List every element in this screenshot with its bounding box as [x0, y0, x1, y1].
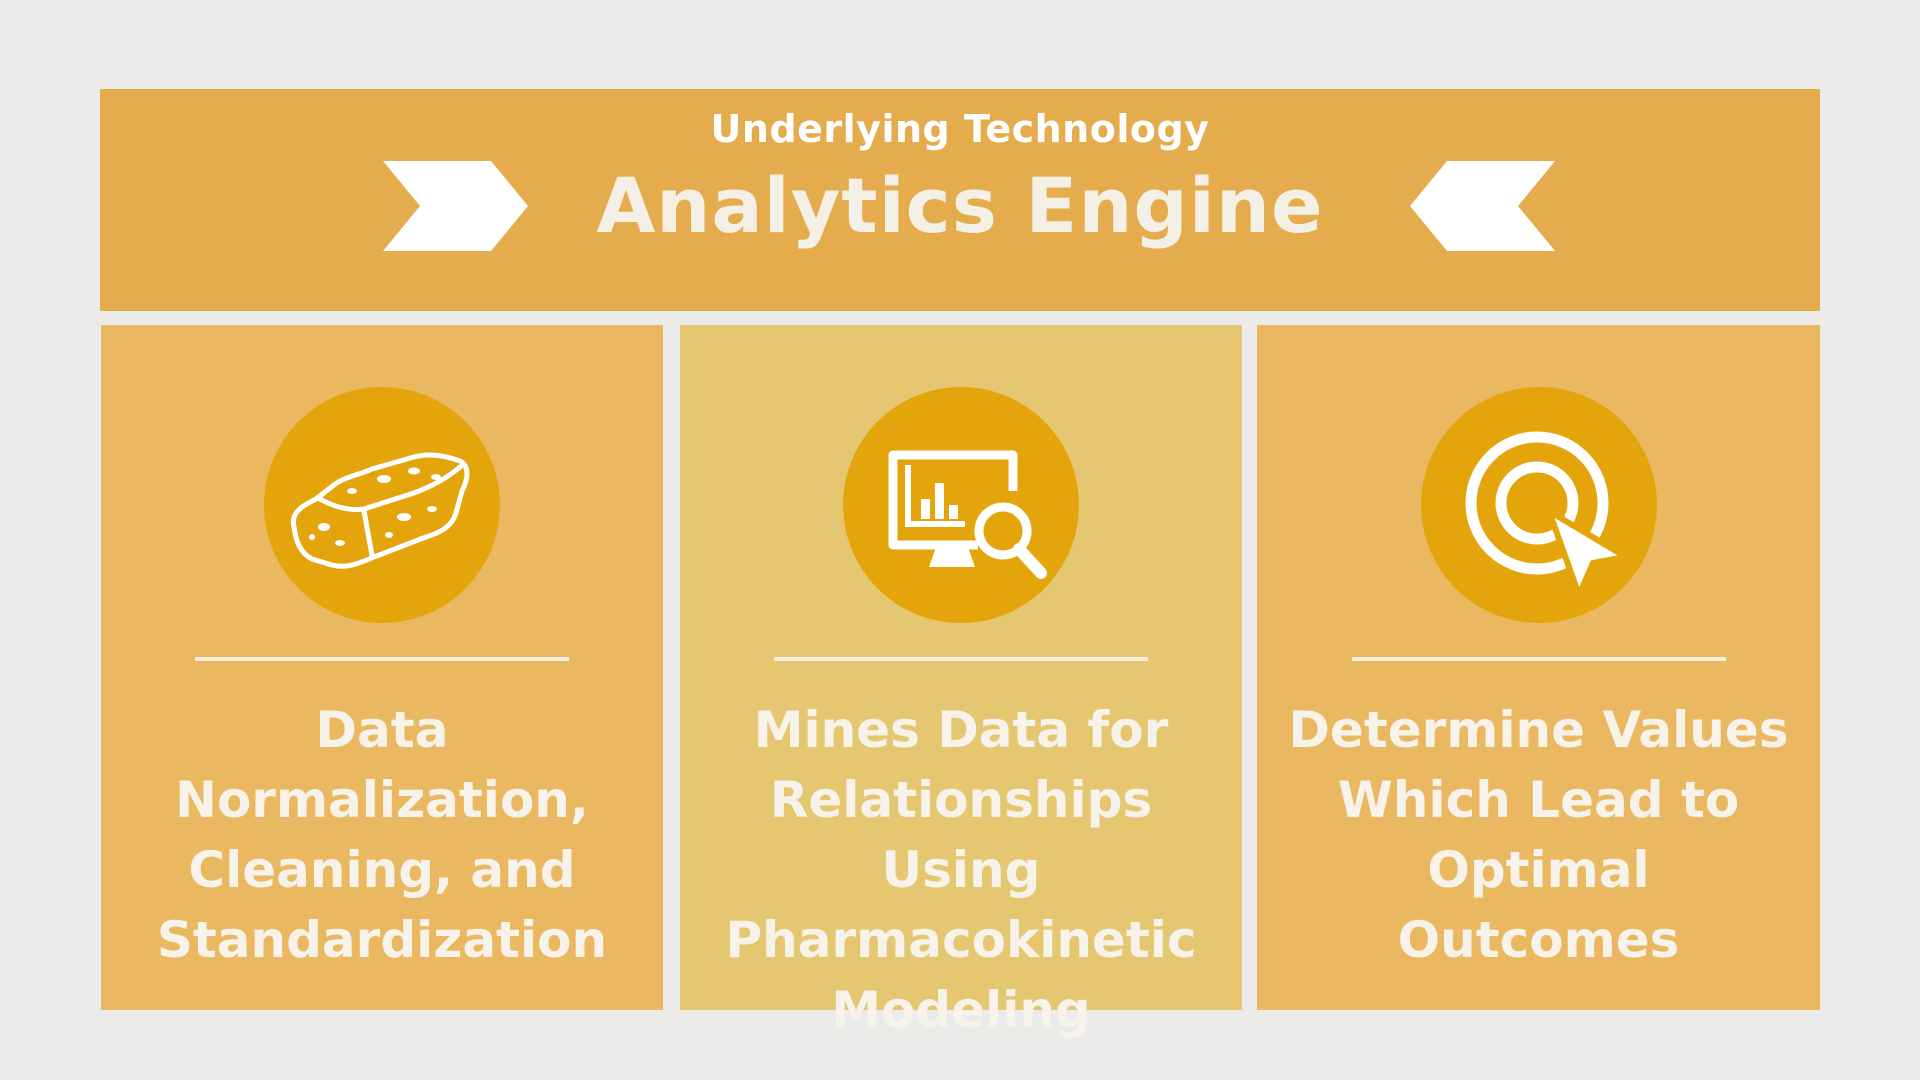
- card-line: Modeling: [831, 981, 1091, 1039]
- divider-line: [195, 657, 569, 661]
- header-subtitle: Underlying Technology: [710, 107, 1210, 151]
- monitor-search-icon: [888, 450, 1047, 579]
- card-line: Cleaning, and: [188, 841, 576, 899]
- header-banner: Underlying Technology Analytics Engine: [100, 89, 1820, 311]
- card-description: Determine Values Which Lead to Optimal O…: [1277, 695, 1800, 975]
- card-determine-values: Determine Values Which Lead to Optimal O…: [1257, 325, 1820, 1010]
- card-line: Mines Data for: [753, 701, 1169, 759]
- card-line: Normalization,: [175, 771, 589, 829]
- card-line: Outcomes: [1397, 911, 1680, 969]
- card-line: Which Lead to: [1337, 771, 1740, 829]
- icon-circle: [1420, 387, 1657, 623]
- target-cursor-icon: [1465, 431, 1629, 598]
- card-description: Mines Data for Relationships Using Pharm…: [700, 695, 1222, 1045]
- card-line: Optimal: [1427, 841, 1650, 899]
- card-description: Data Normalization, Cleaning, and Standa…: [121, 695, 643, 975]
- chevron-left-icon: [1410, 161, 1555, 251]
- header-title: Analytics Engine: [596, 161, 1324, 250]
- diagram-canvas: Underlying Technology Analytics Engine D…: [0, 0, 1920, 1080]
- icon-circle: [843, 387, 1079, 623]
- card-mines-data: Mines Data for Relationships Using Pharm…: [680, 325, 1242, 1039]
- card-data-normalization: Data Normalization, Cleaning, and Standa…: [101, 325, 663, 1010]
- card-line: Relationships Using: [769, 771, 1153, 899]
- divider-line: [1351, 657, 1726, 661]
- sponge-icon: [290, 452, 470, 569]
- card-line: Determine Values: [1288, 701, 1789, 759]
- card-line: Standardization: [156, 911, 608, 969]
- icon-circle: [264, 387, 500, 623]
- card-line: Data: [315, 701, 449, 759]
- card-line: Pharmacokinetic: [725, 911, 1197, 969]
- divider-line: [774, 657, 1148, 661]
